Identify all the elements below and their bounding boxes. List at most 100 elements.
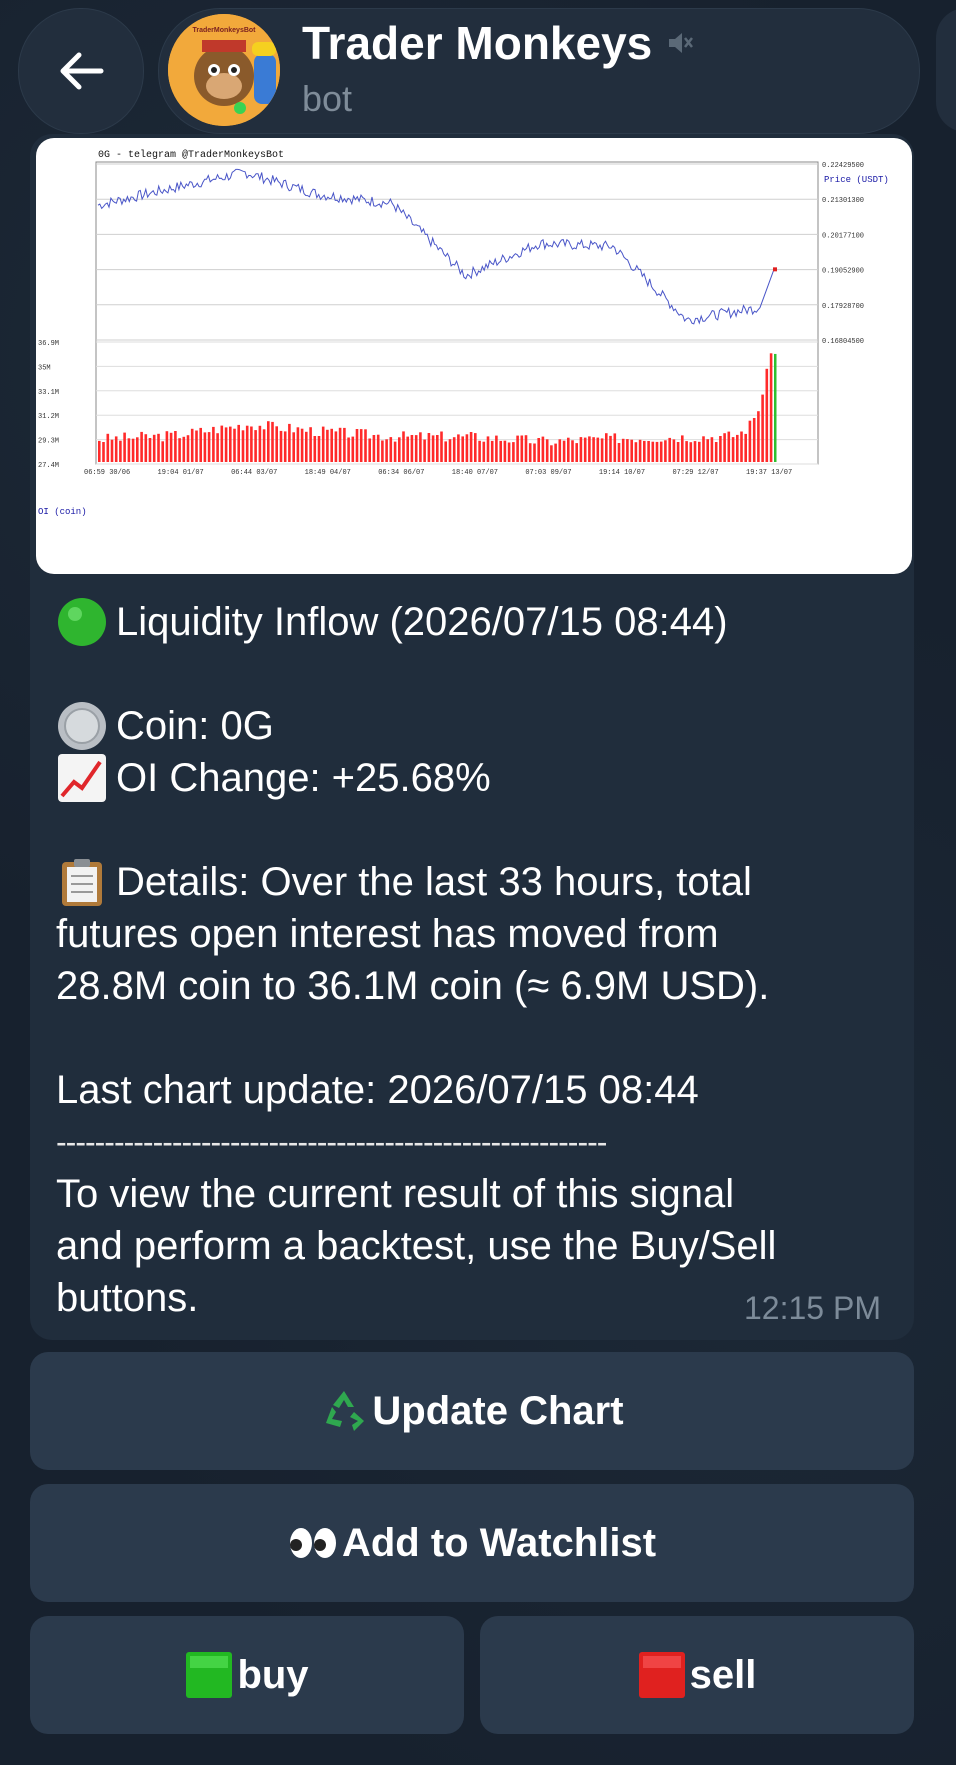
oi-bar xyxy=(465,434,469,462)
oi-bar xyxy=(131,438,135,462)
oi-bar xyxy=(190,428,194,462)
oi-bar xyxy=(596,437,600,462)
oi-bar xyxy=(757,411,760,462)
oi-bar xyxy=(364,429,367,462)
oi-change-line: OI Change: +25.68% xyxy=(56,752,896,804)
oi-bar xyxy=(689,442,693,462)
oi-bar xyxy=(685,441,688,462)
oi-bar xyxy=(389,437,393,462)
monkey-avatar-icon: TraderMonkeysBot xyxy=(168,14,280,126)
oi-bar xyxy=(668,437,671,462)
oi-bar xyxy=(533,443,536,462)
oi-bar xyxy=(765,368,769,462)
oi-bar xyxy=(427,433,431,462)
oi-bar xyxy=(385,439,388,462)
add-to-watchlist-button[interactable]: Add to Watchlist xyxy=(30,1484,914,1602)
x-tick-label: 19:04 01/07 xyxy=(158,469,204,477)
oi-bar xyxy=(693,441,697,462)
oi-bar xyxy=(368,438,371,462)
details-line-2: futures open interest has moved from xyxy=(56,912,719,956)
signal-title: Liquidity Inflow (2026/07/15 08:44) xyxy=(116,600,728,644)
oi-tick-label: 35M xyxy=(38,364,51,372)
buy-button[interactable]: buy xyxy=(30,1616,464,1734)
bot-name: Trader Monkeys xyxy=(302,17,653,69)
oi-bar xyxy=(393,441,397,462)
oi-bar xyxy=(469,432,473,462)
chat-header: TraderMonkeysBot Trader Monkeys bot xyxy=(0,0,956,140)
oi-bar xyxy=(499,440,502,462)
oi-bar xyxy=(579,437,583,462)
oi-bar xyxy=(207,432,211,462)
oi-bar xyxy=(267,421,270,462)
details-line-3: 28.8M coin to 36.1M coin (≈ 6.9M USD). xyxy=(56,964,770,1008)
header-side-button[interactable] xyxy=(936,8,956,132)
oi-bar xyxy=(398,437,401,462)
oi-bar xyxy=(558,439,562,462)
svg-text:TraderMonkeysBot: TraderMonkeysBot xyxy=(192,27,256,34)
last-price-marker xyxy=(773,267,777,272)
oi-bar xyxy=(537,438,540,462)
oi-bar xyxy=(271,421,274,462)
buy-label: buy xyxy=(237,1652,309,1697)
chat-subtitle: bot xyxy=(302,78,353,119)
oi-bar xyxy=(195,430,198,462)
oi-bar xyxy=(672,439,676,462)
oi-bar xyxy=(326,429,329,462)
oi-bar xyxy=(659,441,663,462)
oi-bar xyxy=(495,435,498,462)
oi-bar xyxy=(567,437,570,462)
oi-bar xyxy=(617,443,621,462)
x-tick-label: 07:03 09/07 xyxy=(525,469,571,477)
details-text-1: Details: Over the last 33 hours, total xyxy=(116,860,752,904)
chart-image[interactable]: 0G - telegram @TraderMonkeysBot Price (U… xyxy=(36,138,912,574)
oi-bar xyxy=(490,440,494,462)
green-square-icon xyxy=(186,1652,233,1698)
oi-bar xyxy=(288,423,291,462)
oi-bar xyxy=(381,440,384,462)
oi-bar xyxy=(457,434,460,462)
back-button[interactable] xyxy=(18,8,144,134)
details-line-1: Details: Over the last 33 hours, total xyxy=(56,856,896,908)
sell-label: sell xyxy=(689,1652,757,1697)
coin-text: Coin: 0G xyxy=(116,704,274,748)
oi-bar xyxy=(309,427,312,462)
oi-bar xyxy=(220,425,224,462)
oi-bar xyxy=(136,437,139,462)
oi-bar xyxy=(676,442,680,462)
red-square-icon xyxy=(638,1652,685,1698)
oi-bar xyxy=(169,432,173,462)
price-series-line xyxy=(97,168,775,325)
price-tick-label: 0.16804500 xyxy=(822,338,864,346)
oi-bar xyxy=(554,443,557,462)
back-arrow-icon xyxy=(60,52,104,90)
sell-button[interactable]: sell xyxy=(480,1616,914,1734)
oi-bar xyxy=(600,438,604,462)
oi-bar xyxy=(279,430,283,462)
oi-bar xyxy=(664,440,667,462)
oi-bar xyxy=(541,436,545,462)
footer-line-2: and perform a backtest, use the Buy/Sell xyxy=(56,1224,777,1268)
oi-bar xyxy=(283,431,287,462)
oi-bar xyxy=(440,431,443,462)
oi-bar xyxy=(275,426,278,462)
oi-bar xyxy=(140,431,143,462)
oi-bar xyxy=(452,437,456,462)
oi-bar xyxy=(512,442,515,462)
price-plot-frame xyxy=(95,161,819,341)
oi-bar xyxy=(321,426,325,462)
x-tick-label: 19:14 10/07 xyxy=(599,469,645,477)
coin-line: Coin: 0G xyxy=(56,700,896,752)
chart-title: 0G - telegram @TraderMonkeysBot xyxy=(98,149,284,161)
oi-bar xyxy=(347,437,350,462)
oi-bar xyxy=(748,420,752,462)
x-tick-label: 19:37 13/07 xyxy=(746,469,792,477)
oi-bar xyxy=(254,430,257,462)
oi-bar xyxy=(575,443,578,462)
oi-bar xyxy=(313,436,317,462)
oi-bar xyxy=(102,442,105,462)
oi-bar xyxy=(359,429,363,462)
price-tick-label: 0.17928700 xyxy=(822,303,864,311)
avatar[interactable]: TraderMonkeysBot xyxy=(168,14,280,126)
oi-bar xyxy=(503,440,507,462)
update-chart-button[interactable]: Update Chart xyxy=(30,1352,914,1470)
